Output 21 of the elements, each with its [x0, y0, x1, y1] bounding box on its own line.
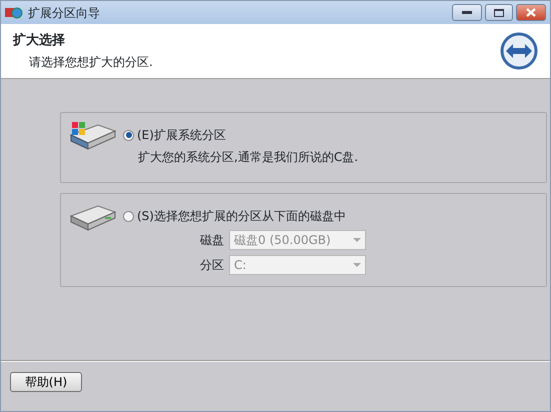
field-label: 分区	[199, 257, 225, 274]
help-button[interactable]: 帮助(H)	[10, 372, 82, 392]
option-label[interactable]: (S)选择您想扩展的分区从下面的磁盘中	[137, 207, 346, 225]
caret-icon	[353, 238, 361, 242]
caret-icon	[353, 263, 361, 267]
radio-button[interactable]	[123, 130, 134, 140]
window-title: 扩展分区向导	[28, 4, 100, 22]
page-subtitle: 请选择您想扩大的分区.	[28, 54, 154, 71]
minimize-button[interactable]	[452, 4, 482, 21]
drive-icon	[68, 121, 118, 151]
option-description: 扩大您的系统分区,通常是我们所说的C盘.	[137, 149, 358, 166]
app-icon	[5, 6, 23, 20]
close-icon	[526, 8, 536, 17]
option-label[interactable]: (E)扩展系统分区	[137, 126, 226, 144]
maximize-button[interactable]	[485, 4, 513, 21]
close-button[interactable]	[516, 4, 546, 21]
maximize-icon	[494, 8, 504, 16]
radio-button[interactable]	[123, 210, 134, 222]
page-title: 扩大选择	[13, 32, 66, 50]
minimize-icon	[462, 10, 472, 14]
field-label: 磁盘	[199, 232, 225, 249]
